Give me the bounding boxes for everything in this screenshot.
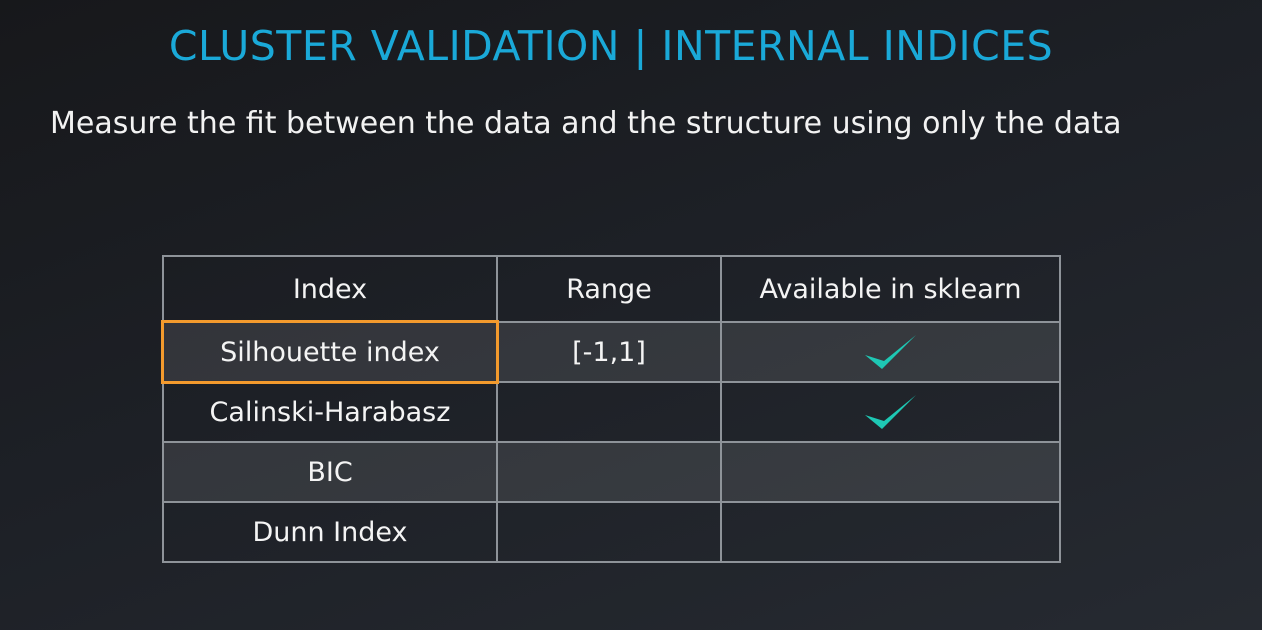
header-available-in-sklearn: Available in sklearn bbox=[720, 255, 1061, 323]
table-row-bic: BIC bbox=[162, 441, 1061, 503]
header-index: Index bbox=[162, 255, 498, 323]
cell-sklearn bbox=[720, 381, 1061, 443]
cell-index-label: Silhouette index bbox=[220, 336, 440, 368]
cell-silhouette-index: Silhouette index bbox=[161, 320, 499, 384]
cell-index: Dunn Index bbox=[162, 501, 498, 563]
cell-sklearn bbox=[720, 501, 1061, 563]
internal-indices-table: Index Range Available in sklearn Silhoue… bbox=[161, 255, 1061, 563]
check-icon bbox=[722, 392, 1059, 432]
cell-index: Calinski-Harabasz bbox=[162, 381, 498, 443]
cell-range bbox=[496, 501, 722, 563]
check-icon bbox=[722, 332, 1059, 372]
table-header-row: Index Range Available in sklearn bbox=[162, 255, 1061, 323]
cell-sklearn bbox=[720, 321, 1061, 383]
slide-title: CLUSTER VALIDATION | INTERNAL INDICES bbox=[168, 22, 1054, 70]
cell-range: [-1,1] bbox=[496, 321, 722, 383]
slide-subtitle: Measure the fit between the data and the… bbox=[50, 106, 1122, 141]
header-range: Range bbox=[496, 255, 722, 323]
cell-range bbox=[496, 441, 722, 503]
table-row-calinski-harabasz: Calinski-Harabasz bbox=[162, 381, 1061, 443]
table-row-silhouette: Silhouette index [-1,1] bbox=[161, 320, 1061, 384]
cell-range bbox=[496, 381, 722, 443]
cell-index: BIC bbox=[162, 441, 498, 503]
table-row-dunn-index: Dunn Index bbox=[162, 501, 1061, 563]
cell-sklearn bbox=[720, 441, 1061, 503]
